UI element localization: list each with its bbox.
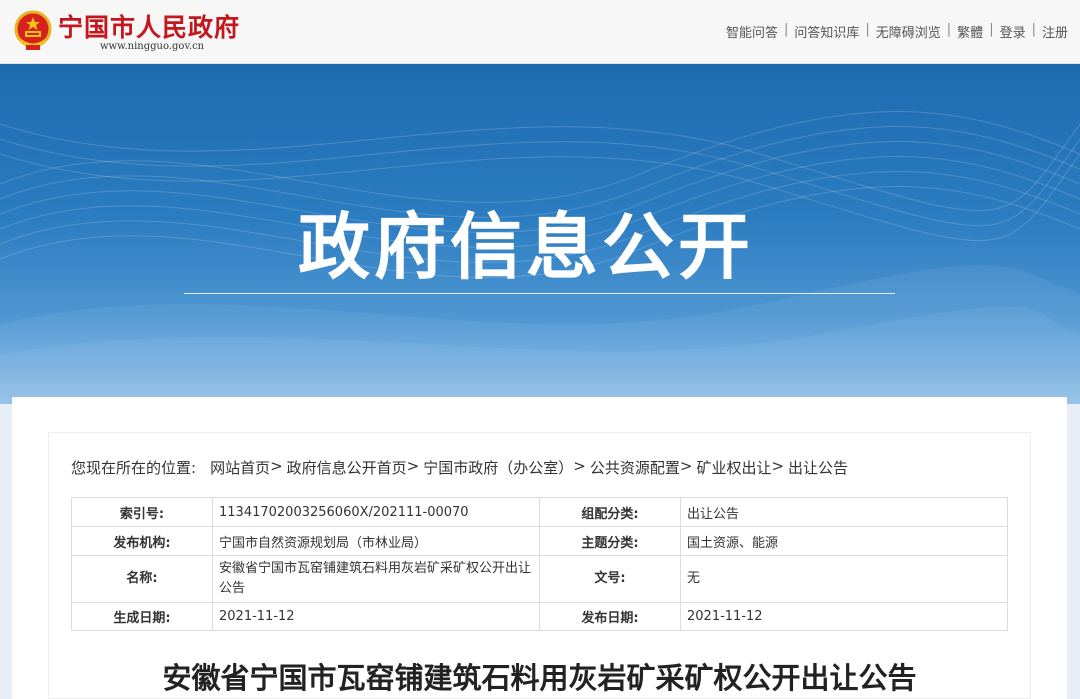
table-row: 名称: 安徽省宁国市瓦窑铺建筑石料用灰岩矿采矿权公开出让公告 文号: 无 — [71, 555, 1008, 603]
breadcrumb-mining-rights[interactable]: 矿业权出让 — [696, 457, 771, 478]
site-domain: www.ningguo.gov.cn — [100, 41, 205, 52]
docno-label: 文号: — [539, 555, 681, 603]
index-value: 11341702003256060X/202111-00070 — [212, 497, 540, 527]
register-link[interactable]: 注册 — [1042, 22, 1068, 41]
breadcrumb-arrow: > — [771, 457, 785, 475]
top-links: 智能问答 | 问答知识库 | 无障碍浏览 | 繁體 | 登录 | 注册 — [726, 22, 1068, 41]
separator: | — [1031, 22, 1036, 37]
publisher-value: 宁国市自然资源规划局（市林业局） — [212, 526, 540, 556]
docno-value: 无 — [680, 555, 1008, 603]
published-date-value: 2021-11-12 — [680, 602, 1008, 631]
site-title[interactable]: 宁国市人民政府 — [58, 8, 240, 44]
breadcrumb-public-resources[interactable]: 公共资源配置 — [590, 457, 680, 478]
category-value: 出让公告 — [680, 497, 1008, 527]
login-link[interactable]: 登录 — [1000, 22, 1026, 41]
document-metadata-table: 索引号: 11341702003256060X/202111-00070 组配分… — [71, 497, 1008, 631]
name-label: 名称: — [71, 555, 213, 603]
smart-qa-link[interactable]: 智能问答 — [726, 22, 778, 41]
banner-divider — [184, 293, 895, 294]
table-row: 发布机构: 宁国市自然资源规划局（市林业局） 主题分类: 国土资源、能源 — [71, 526, 1008, 556]
table-row: 生成日期: 2021-11-12 发布日期: 2021-11-12 — [71, 602, 1008, 631]
breadcrumb-arrow: > — [270, 457, 283, 475]
breadcrumb-gov-office[interactable]: 宁国市政府（办公室） — [423, 457, 573, 478]
banner: 政府信息公开 — [0, 64, 1080, 404]
accessibility-link[interactable]: 无障碍浏览 — [876, 22, 941, 41]
name-value: 安徽省宁国市瓦窑铺建筑石料用灰岩矿采矿权公开出让公告 — [212, 555, 540, 603]
breadcrumb-home[interactable]: 网站首页 — [210, 457, 270, 478]
national-emblem-icon[interactable] — [14, 10, 52, 52]
created-date-label: 生成日期: — [71, 602, 213, 631]
breadcrumb-prefix: 您现在所在的位置: — [71, 459, 197, 477]
separator: | — [946, 22, 952, 37]
site-header: 宁国市人民政府 www.ningguo.gov.cn 智能问答 | 问答知识库 … — [0, 0, 1080, 64]
table-row: 索引号: 11341702003256060X/202111-00070 组配分… — [71, 497, 1008, 527]
document-title: 安徽省宁国市瓦窑铺建筑石料用灰岩矿采矿权公开出让公告 — [162, 661, 917, 695]
topic-label: 主题分类: — [539, 526, 681, 556]
index-label: 索引号: — [71, 497, 213, 527]
separator: | — [989, 22, 994, 37]
topic-value: 国土资源、能源 — [680, 526, 1008, 556]
published-date-label: 发布日期: — [539, 602, 681, 631]
traditional-chinese-link[interactable]: 繁體 — [957, 22, 983, 41]
created-date-value: 2021-11-12 — [212, 602, 540, 631]
breadcrumb-info-home[interactable]: 政府信息公开首页 — [287, 457, 407, 478]
breadcrumb-arrow: > — [679, 457, 693, 475]
separator: | — [783, 22, 789, 37]
banner-title: 政府信息公开 — [297, 205, 754, 289]
separator: | — [865, 22, 870, 37]
breadcrumb-arrow: > — [573, 457, 586, 475]
qa-knowledge-link[interactable]: 问答知识库 — [794, 22, 859, 41]
publisher-label: 发布机构: — [71, 526, 213, 556]
breadcrumb-transfer-notice[interactable]: 出让公告 — [788, 457, 848, 478]
category-label: 组配分类: — [539, 497, 681, 527]
breadcrumb: 您现在所在的位置: 网站首页 > 政府信息公开首页 > 宁国市政府（办公室） >… — [71, 457, 848, 478]
breadcrumb-arrow: > — [406, 457, 420, 475]
